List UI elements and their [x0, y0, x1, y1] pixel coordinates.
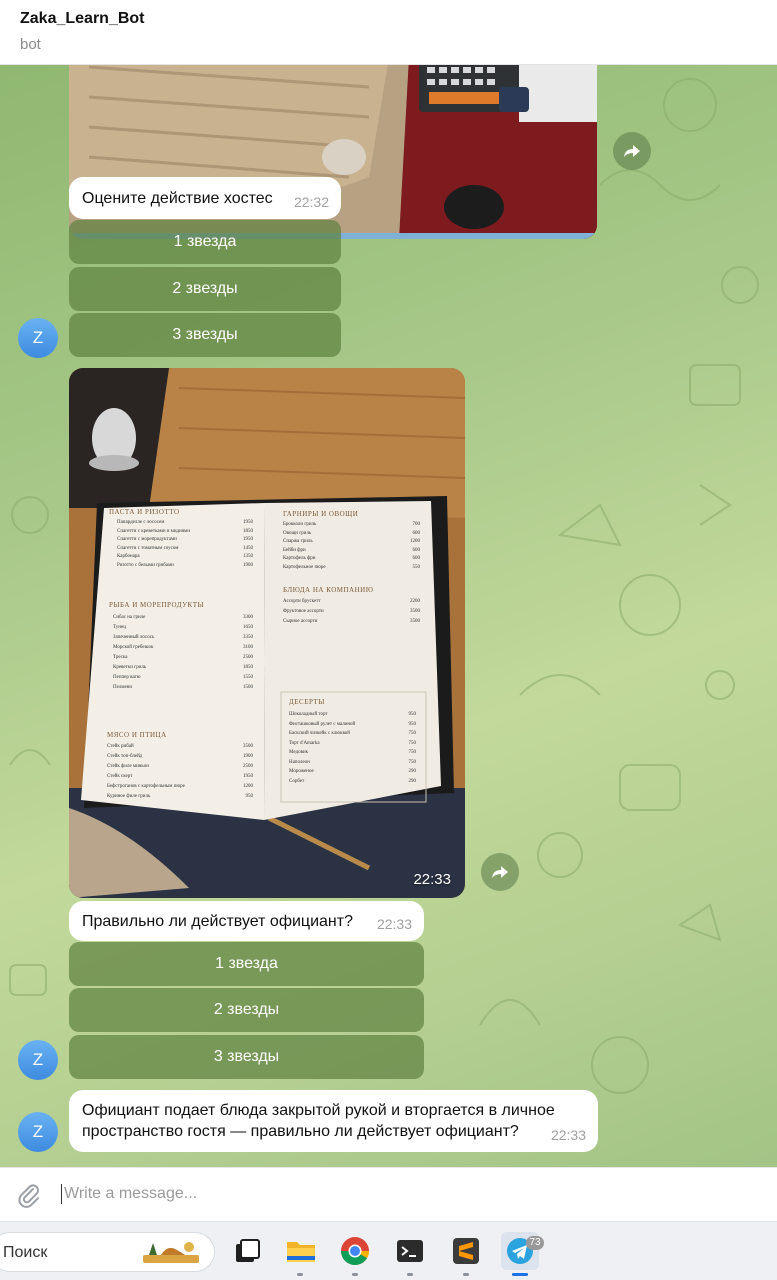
menu-section-title: ДЕСЕРТЫ — [289, 698, 325, 706]
message-time: 22:33 — [413, 871, 451, 888]
taskbar-search-label: Поиск — [3, 1244, 48, 1261]
bot-avatar[interactable]: Z — [18, 1112, 58, 1152]
text-caret — [61, 1184, 62, 1204]
menu-section-sharing: БЛЮДА НА КОМПАНИЮ Ассорти брускетт 2200 Ф… — [283, 586, 420, 624]
menu-section-title: БЛЮДА НА КОМПАНИЮ — [283, 586, 374, 594]
menu-right-page: ГАРНИРЫ И ОВОЩИ Брокколи гриль 700 Овощи … — [275, 508, 425, 808]
message-time: 22:32 — [293, 194, 329, 210]
forward-icon — [492, 866, 508, 878]
sublime-text-icon — [453, 1238, 479, 1264]
taskbar-app-sublime[interactable] — [447, 1232, 485, 1270]
taskbar-indicator — [463, 1273, 469, 1276]
message-bubble-q2[interactable]: Правильно ли действует официант? 22:33 — [69, 901, 424, 941]
menu-section-sides: ГАРНИРЫ И ОВОЩИ Брокколи гриль 700 Овощи … — [283, 510, 420, 570]
telegram-unread-badge: 73 — [526, 1236, 544, 1250]
keyboard-button-1-star[interactable]: 1 звезда — [69, 942, 424, 986]
message-composer — [0, 1167, 777, 1221]
message-bubble-q1[interactable]: Оцените действие хостес 22:32 — [69, 177, 341, 219]
message-time: 22:33 — [550, 1127, 586, 1143]
menu-section-title: ГАРНИРЫ И ОВОЩИ — [283, 510, 359, 518]
keyboard-button-3-stars[interactable]: 3 звезды — [69, 313, 341, 357]
taskbar-app-task-view[interactable] — [228, 1232, 266, 1270]
chrome-icon — [341, 1237, 369, 1265]
keyboard-button-1-star[interactable]: 1 звезда — [69, 220, 341, 264]
taskbar-app-chrome[interactable] — [336, 1232, 374, 1270]
message-text: Официант подает блюда закрытой рукой и в… — [82, 1102, 555, 1140]
chat-title[interactable]: Zaka_Learn_Bot — [20, 10, 145, 28]
forward-icon — [624, 145, 640, 157]
taskbar-app-explorer[interactable] — [282, 1232, 320, 1270]
keyboard-button-2-stars[interactable]: 2 звезды — [69, 988, 424, 1032]
menu-section-title: МЯСО И ПТИЦА — [107, 731, 167, 739]
taskbar-search[interactable]: Поиск — [0, 1232, 215, 1272]
message-text: Оцените действие хостес — [82, 190, 273, 207]
menu-section-title: РЫБА И МОРЕПРОДУКТЫ — [109, 601, 205, 609]
menu-section-desserts: ДЕСЕРТЫ Шоколадный торт 950 Фисташковый р… — [285, 698, 420, 803]
menu-section-meat: МЯСО И ПТИЦА Стейк рибай 3500 Стейк топ-б… — [107, 731, 253, 799]
keyboard-button-2-stars[interactable]: 2 звезды — [69, 267, 341, 311]
os-taskbar: Поиск — [0, 1221, 777, 1280]
search-highlight-icon — [143, 1242, 199, 1263]
menu-section-title: ПАСТА И РИЗОТТО — [109, 508, 180, 516]
message-time: 22:33 — [376, 916, 412, 932]
keyboard-button-3-stars[interactable]: 3 звезды — [69, 1035, 424, 1079]
folder-icon — [287, 1242, 315, 1262]
taskbar-indicator — [297, 1273, 303, 1276]
chat-header: Zaka_Learn_Bot bot — [0, 0, 777, 65]
bot-avatar[interactable]: Z — [18, 318, 58, 358]
message-bubble-q3[interactable]: Официант подает блюда закрытой рукой и в… — [69, 1090, 598, 1152]
taskbar-indicator — [407, 1273, 413, 1276]
taskbar-app-terminal[interactable] — [391, 1232, 429, 1270]
forward-button-1[interactable] — [613, 132, 651, 170]
chat-area[interactable]: Оцените действие хостес 22:32 1 звезда 2… — [0, 65, 777, 1167]
forward-button-2[interactable] — [481, 853, 519, 891]
task-view-icon — [236, 1239, 260, 1262]
photo-message-menu[interactable]: ПАСТА И РИЗОТТО Папарделле с лососем 1950… — [69, 368, 465, 898]
bot-avatar[interactable]: Z — [18, 1040, 58, 1080]
paperclip-icon[interactable] — [16, 1182, 42, 1208]
message-input[interactable] — [64, 1180, 754, 1208]
menu-left-page: ПАСТА И РИЗОТТО Папарделле с лососем 1950… — [103, 506, 255, 806]
taskbar-indicator-active — [512, 1273, 528, 1276]
menu-section-fish: РЫБА И МОРЕПРОДУКТЫ Сибас на гриле 3300 Т… — [109, 601, 253, 690]
menu-section-pasta: ПАСТА И РИЗОТТО Папарделле с лососем 1950… — [109, 508, 253, 568]
terminal-icon — [397, 1240, 423, 1262]
message-text: Правильно ли действует официант? — [82, 913, 353, 930]
chat-subtitle: bot — [20, 36, 41, 53]
taskbar-indicator — [352, 1273, 358, 1276]
